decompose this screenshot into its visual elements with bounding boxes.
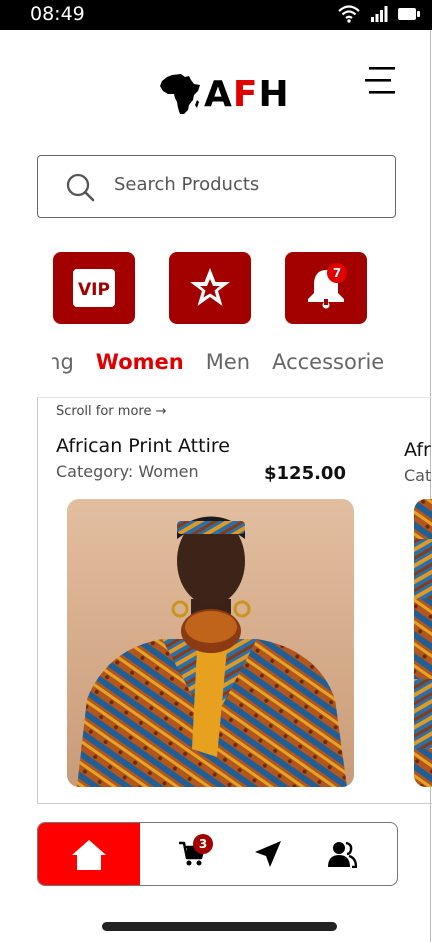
- app-logo[interactable]: AFH: [158, 70, 290, 118]
- vip-icon-label: VIP: [78, 280, 110, 300]
- status-time: 08:49: [30, 3, 85, 25]
- product-photo-illustration: [414, 499, 432, 787]
- logo-letter-a: A: [204, 73, 233, 115]
- vip-icon: VIP: [73, 269, 115, 307]
- bottom-navigation: 3: [37, 822, 398, 886]
- notifications-button[interactable]: 7: [285, 252, 367, 324]
- product-category: Category: Women: [56, 462, 199, 481]
- favorites-button[interactable]: [169, 252, 251, 324]
- star-icon: [190, 268, 230, 306]
- nav-cart[interactable]: 3: [172, 823, 213, 885]
- search-bar[interactable]: [37, 155, 396, 218]
- vip-button[interactable]: VIP: [53, 252, 135, 324]
- product-photo-illustration: [67, 499, 354, 787]
- product-image[interactable]: [414, 499, 432, 787]
- africa-map-icon: [160, 74, 200, 114]
- status-icons: [338, 5, 420, 23]
- product-price: $125.00: [264, 463, 346, 484]
- wifi-icon: [338, 5, 360, 23]
- notification-count-badge: 7: [327, 263, 347, 283]
- tab-women[interactable]: Women: [96, 350, 184, 374]
- menu-icon[interactable]: [365, 66, 397, 96]
- home-icon: [72, 840, 106, 870]
- home-indicator[interactable]: [102, 922, 337, 931]
- category-tabs[interactable]: hing Women Men Accessorie: [52, 346, 388, 382]
- search-input[interactable]: [114, 174, 374, 195]
- tab-clothing[interactable]: hing: [52, 350, 74, 374]
- nav-users[interactable]: [322, 823, 362, 885]
- users-icon: [328, 841, 357, 868]
- tab-accessories[interactable]: Accessorie: [272, 350, 384, 374]
- logo-letter-f: F: [232, 73, 259, 115]
- app-screen: 08:49 AFH Search Products VIP 7 ng Women…: [0, 0, 432, 942]
- scroll-hint: Scroll for more →: [56, 404, 167, 419]
- product-category: Cate: [404, 466, 432, 485]
- product-image[interactable]: [67, 499, 354, 787]
- battery-icon: [398, 8, 420, 20]
- product-title: Afri: [404, 439, 432, 461]
- status-bar: 08:49: [0, 0, 432, 30]
- nav-send[interactable]: [248, 823, 288, 885]
- logo-text: AFH: [204, 74, 290, 115]
- nav-home[interactable]: [38, 823, 140, 885]
- product-title: African Print Attire: [56, 435, 230, 457]
- product-carousel[interactable]: Scroll for more → African Print Attire C…: [37, 397, 432, 804]
- category-tabs-track: hing Women Men Accessorie: [52, 350, 384, 374]
- search-icon[interactable]: [66, 173, 96, 203]
- tab-men[interactable]: Men: [206, 350, 250, 374]
- signal-icon: [371, 6, 388, 22]
- logo-letter-h: H: [258, 73, 290, 115]
- cart-count-badge: 3: [193, 834, 213, 854]
- send-icon: [255, 841, 281, 867]
